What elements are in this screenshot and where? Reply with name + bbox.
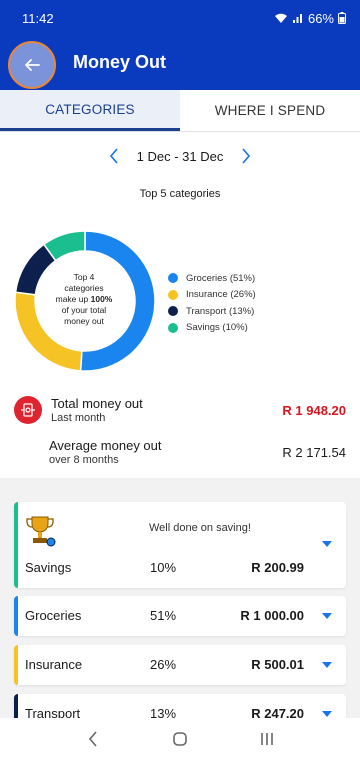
center-line-2: categories <box>64 283 104 293</box>
center-line-3: make up <box>55 294 89 304</box>
arrow-left-icon <box>25 59 40 71</box>
center-line-1: Top 4 <box>73 272 95 282</box>
signal-icon <box>292 14 302 23</box>
center-line-4: 100% <box>90 294 113 304</box>
nav-back-icon[interactable] <box>78 724 108 754</box>
legend-item-savings: Savings (10%) <box>168 320 256 337</box>
legend-label: Savings (10%) <box>186 322 248 334</box>
center-line-6: money out <box>64 316 104 326</box>
legend-label: Insurance (26%) <box>186 289 256 301</box>
caret-down-icon[interactable] <box>322 613 332 619</box>
card-amount: R 500.01 <box>251 657 304 672</box>
total-money-out-sub: Last month <box>51 412 106 424</box>
card-amount: R 1 000.00 <box>240 608 304 623</box>
battery-icon <box>338 12 346 24</box>
card-amount: R 247.20 <box>251 706 304 718</box>
legend-item-insurance: Insurance (26%) <box>168 287 256 304</box>
card-percent: 10% <box>150 560 177 575</box>
center-line-5: of your total <box>61 305 107 315</box>
caret-down-icon[interactable] <box>322 662 332 668</box>
back-button[interactable] <box>8 41 56 89</box>
nav-home-icon[interactable] <box>165 724 195 754</box>
legend-item-transport: Transport (13%) <box>168 303 256 320</box>
trophy-icon <box>26 516 56 547</box>
category-card-savings[interactable]: Well done on saving! Savings 10% R 200.9… <box>14 502 346 588</box>
tab-where-i-spend[interactable]: WHERE I SPEND <box>180 90 360 131</box>
legend-dot <box>168 273 178 284</box>
chevron-left-icon[interactable] <box>107 146 121 166</box>
legend-item-groceries: Groceries (51%) <box>168 270 256 287</box>
card-accent <box>14 596 18 636</box>
card-percent: 51% <box>150 608 177 623</box>
card-name: Transport <box>25 706 81 718</box>
tab-bar: CATEGORIES WHERE I SPEND <box>0 90 360 132</box>
status-bar: 11:42 66% <box>0 0 360 36</box>
category-list: Well done on saving! Savings 10% R 200.9… <box>0 478 360 718</box>
legend-dot <box>168 322 178 333</box>
savings-note: Well done on saving! <box>149 522 251 534</box>
legend-label: Transport (13%) <box>186 305 255 317</box>
legend-label: Groceries (51%) <box>186 272 256 284</box>
category-card-groceries[interactable]: Groceries 51% R 1 000.00 <box>14 596 346 636</box>
category-card-transport[interactable]: Transport 13% R 247.20 <box>14 694 346 718</box>
average-money-out-value: R 2 171.54 <box>282 445 346 460</box>
caret-down-icon[interactable] <box>322 711 332 717</box>
card-amount: R 200.99 <box>251 560 304 575</box>
status-icons: 66% <box>274 11 346 26</box>
card-name: Savings <box>25 560 72 575</box>
chart-title: Top 5 categories <box>139 188 221 200</box>
page-title: Money Out <box>73 52 166 72</box>
card-percent: 26% <box>150 657 177 672</box>
app-bar: Money Out <box>0 36 360 90</box>
card-accent <box>14 502 18 588</box>
clock: 11:42 <box>22 10 54 26</box>
period-selector: 1 Dec - 31 Dec <box>0 143 360 169</box>
average-money-out-sub: over 8 months <box>49 454 119 466</box>
donut-center-text: Top 4 categories make up 100% of your to… <box>49 272 119 327</box>
caret-down-icon[interactable] <box>322 541 332 547</box>
legend-dot <box>168 289 178 300</box>
legend-dot <box>168 306 178 317</box>
card-accent <box>14 694 18 718</box>
card-percent: 13% <box>150 706 177 718</box>
total-money-out-value: R 1 948.20 <box>282 403 346 418</box>
average-money-out-label: Average money out <box>49 438 162 453</box>
chart-legend: Groceries (51%) Insurance (26%) Transpor… <box>168 270 256 336</box>
system-nav-bar <box>0 718 360 760</box>
money-out-icon <box>14 396 42 424</box>
wifi-icon <box>274 13 287 23</box>
nav-recents-icon[interactable] <box>252 724 282 754</box>
period-label: 1 Dec - 31 Dec <box>136 148 224 164</box>
tab-categories[interactable]: CATEGORIES <box>0 90 180 131</box>
battery-text: 66% <box>307 10 334 26</box>
total-money-out-label: Total money out <box>51 396 143 411</box>
card-accent <box>14 645 18 685</box>
chevron-right-icon[interactable] <box>239 146 253 166</box>
card-name: Groceries <box>25 608 82 623</box>
card-name: Insurance <box>25 657 83 672</box>
category-card-insurance[interactable]: Insurance 26% R 500.01 <box>14 645 346 685</box>
